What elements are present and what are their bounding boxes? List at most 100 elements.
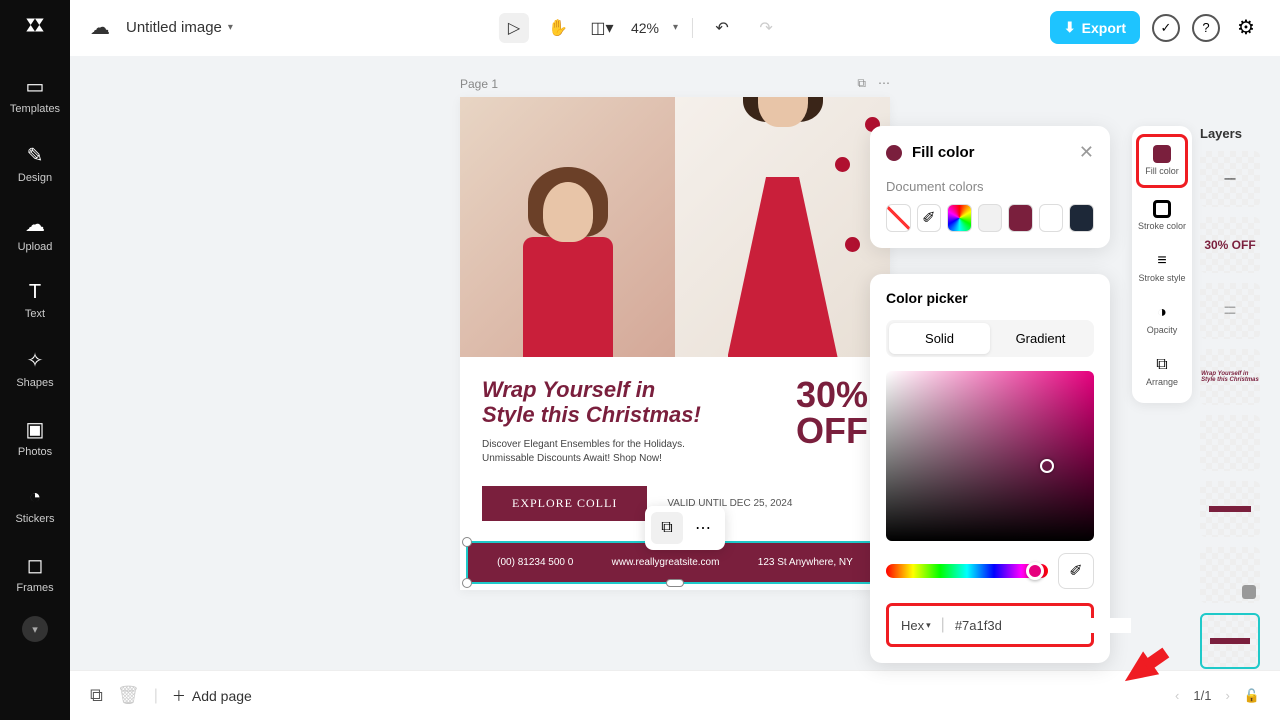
nav-frames[interactable]: ◻Frames: [0, 539, 70, 608]
select-tool[interactable]: ▷: [499, 13, 529, 43]
cloud-icon[interactable]: ☁: [90, 15, 110, 40]
layers-panel: Layers ━━━ 30% OFF ══════ Wrap Yourself …: [1200, 126, 1270, 679]
layer-thumb[interactable]: ━━━: [1200, 151, 1260, 207]
hero-image-right[interactable]: [675, 97, 890, 357]
nav-stickers[interactable]: ◔Stickers: [0, 472, 70, 539]
nav-design[interactable]: ✎Design: [0, 129, 70, 198]
settings-button[interactable]: ⚙: [1232, 14, 1260, 42]
more-icon[interactable]: ⋯: [878, 76, 890, 91]
frames-icon: ◻: [27, 553, 44, 578]
layer-thumb[interactable]: ══════: [1200, 283, 1260, 339]
property-rail: Fill color Stroke color ≡Stroke style ◑O…: [1132, 126, 1192, 403]
nav-templates[interactable]: ▭Templates: [0, 60, 70, 129]
document-title[interactable]: Untitled image▾: [126, 19, 233, 36]
sv-cursor[interactable]: [1040, 459, 1054, 473]
tab-solid[interactable]: Solid: [889, 323, 990, 354]
hue-slider[interactable]: [886, 564, 1048, 578]
duplicate-page-icon[interactable]: ⧉: [857, 76, 866, 91]
swatch-eyedropper[interactable]: ✐: [917, 204, 942, 232]
workspace: Page 1 ⧉ ⋯ Wrap: [70, 56, 1280, 670]
crop-tool[interactable]: ◫▾: [587, 13, 617, 43]
help-button[interactable]: ?: [1192, 14, 1220, 42]
nav-photos[interactable]: ▣Photos: [0, 403, 70, 472]
nav-text[interactable]: TText: [0, 267, 70, 334]
text-block: Wrap Yourself inStyle this Christmas! Di…: [460, 357, 890, 486]
layer-thumb-selected[interactable]: [1200, 613, 1260, 669]
resize-handle[interactable]: [462, 537, 472, 547]
hand-tool[interactable]: ✋: [543, 13, 573, 43]
swatch[interactable]: [1039, 204, 1064, 232]
add-page-button[interactable]: ＋Add page: [172, 686, 252, 706]
chevron-down-icon: ▾: [32, 623, 38, 636]
undo-button[interactable]: ↶: [707, 13, 737, 43]
color-picker-panel: Color picker Solid Gradient ✐ Hex▾ |: [870, 274, 1110, 663]
footer-url: www.reallygreatsite.com: [612, 557, 720, 568]
cta-button[interactable]: EXPLORE COLLI: [482, 486, 647, 521]
layer-thumb[interactable]: [1200, 481, 1260, 537]
delete-icon[interactable]: 🗑: [117, 685, 140, 706]
more-icon[interactable]: ⋯: [687, 512, 719, 544]
nav-more[interactable]: ▾: [22, 616, 48, 642]
footer-address: 123 St Anywhere, NY: [758, 557, 853, 568]
app-logo[interactable]: [20, 10, 50, 40]
subheadline[interactable]: Discover Elegant Ensembles for the Holid…: [482, 438, 766, 466]
hero-images: [460, 97, 890, 357]
stroke-swatch-icon: [1153, 200, 1171, 218]
shield-button[interactable]: ✓: [1152, 14, 1180, 42]
shapes-icon: ✧: [27, 348, 44, 373]
export-button[interactable]: ⬇Export: [1050, 11, 1140, 44]
plus-icon: ＋: [172, 686, 186, 706]
bottombar: ⧉ 🗑 | ＋Add page ‹ 1/1 › 🔓: [70, 670, 1280, 720]
floating-toolbar: ⧉ ⋯: [645, 506, 725, 550]
pages-icon[interactable]: ⧉: [90, 685, 103, 706]
swatch[interactable]: [1069, 204, 1094, 232]
nav-upload[interactable]: ☁Upload: [0, 198, 70, 267]
layer-thumb[interactable]: [1200, 415, 1260, 471]
layer-thumb[interactable]: 30% OFF: [1200, 217, 1260, 273]
page-counter: 1/1: [1193, 688, 1211, 703]
hue-cursor[interactable]: [1026, 562, 1044, 580]
discount-text[interactable]: 30%OFF: [796, 377, 868, 466]
resize-handle[interactable]: [666, 579, 684, 587]
tab-gradient[interactable]: Gradient: [990, 323, 1091, 354]
hex-format-select[interactable]: Hex▾: [901, 618, 931, 633]
fill-panel-title: Fill color: [912, 144, 1069, 161]
swatch-rainbow[interactable]: [947, 204, 972, 232]
headline[interactable]: Wrap Yourself inStyle this Christmas!: [482, 377, 766, 428]
nav-shapes[interactable]: ✧Shapes: [0, 334, 70, 403]
layers-title: Layers: [1200, 126, 1270, 141]
stroke-style-icon: ≡: [1157, 252, 1166, 270]
chevron-down-icon[interactable]: ▾: [673, 22, 678, 33]
prop-opacity[interactable]: ◑Opacity: [1132, 294, 1192, 346]
prop-stroke-color[interactable]: Stroke color: [1132, 190, 1192, 242]
swatch[interactable]: [1008, 204, 1033, 232]
zoom-level[interactable]: 42%: [631, 20, 659, 36]
close-icon[interactable]: ✕: [1079, 142, 1094, 163]
arrange-icon: ⧉: [1156, 356, 1167, 374]
doc-colors-label: Document colors: [886, 179, 1094, 194]
duplicate-icon[interactable]: ⧉: [651, 512, 683, 544]
swatch-none[interactable]: [886, 204, 911, 232]
picker-mode-tabs: Solid Gradient: [886, 320, 1094, 357]
layer-thumb[interactable]: Wrap Yourself inStyle this Christmas: [1200, 349, 1260, 405]
fill-color-panel: Fill color ✕ Document colors ✐: [870, 126, 1110, 248]
redo-button[interactable]: ↷: [751, 13, 781, 43]
page-label: Page 1: [460, 77, 498, 91]
swatch[interactable]: [978, 204, 1003, 232]
prop-stroke-style[interactable]: ≡Stroke style: [1132, 242, 1192, 294]
prev-page[interactable]: ‹: [1175, 688, 1179, 703]
lock-icon[interactable]: 🔓: [1244, 688, 1260, 704]
saturation-value-area[interactable]: [886, 371, 1094, 541]
hero-image-left[interactable]: [460, 97, 675, 357]
templates-icon: ▭: [26, 74, 45, 99]
design-icon: ✎: [27, 143, 44, 168]
hex-input[interactable]: [955, 618, 1131, 633]
layer-thumb[interactable]: [1200, 547, 1260, 603]
current-fill-swatch: [886, 145, 902, 161]
eyedropper-button[interactable]: ✐: [1058, 553, 1094, 589]
resize-handle[interactable]: [462, 578, 472, 588]
left-nav-rail: ▭Templates ✎Design ☁Upload TText ✧Shapes…: [0, 0, 70, 720]
prop-arrange[interactable]: ⧉Arrange: [1132, 346, 1192, 398]
next-page[interactable]: ›: [1225, 688, 1229, 703]
prop-fill-color[interactable]: Fill color: [1136, 134, 1188, 188]
